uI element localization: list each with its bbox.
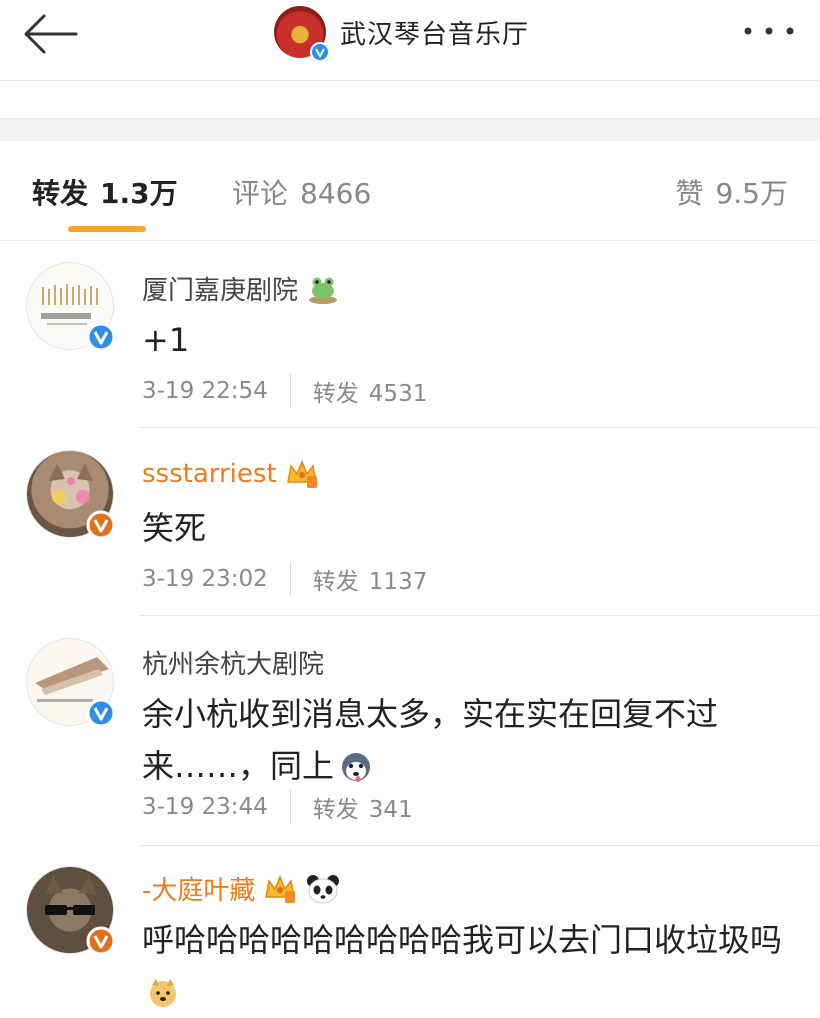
tab-likes[interactable]: 赞 9.5万 [675, 172, 788, 212]
meta-divider [289, 790, 291, 824]
repost-item: 杭州余杭大剧院 余小杭收到消息太多，实在实在回复不过来……，同上 3-19 23… [0, 616, 820, 846]
post-meta: 3-19 23:44 转发 341 [142, 790, 413, 824]
post-username[interactable]: 厦门嘉庚剧院 [142, 270, 340, 307]
tab-bar: 转发 1.3万 评论 8466 赞 9.5万 [0, 140, 820, 241]
post-username[interactable]: 杭州余杭大剧院 [142, 644, 324, 681]
vip-crown-icon [265, 874, 296, 903]
active-tab-indicator [68, 226, 146, 232]
post-content: 呼哈哈哈哈哈哈哈哈哈我可以去门口收垃圾吗 [142, 914, 792, 1018]
vip-crown-icon [286, 460, 317, 488]
username-text: 杭州余杭大剧院 [142, 650, 325, 680]
tab-comments[interactable]: 评论 8466 [232, 172, 371, 212]
repost-count: 4531 [368, 381, 428, 407]
post-text: 余小杭收到消息太多，实在实在回复不过来……，同上 [142, 695, 719, 785]
post-content: +1 [142, 321, 190, 359]
verified-badge-icon [86, 322, 116, 352]
avatar[interactable] [26, 262, 116, 352]
post-username[interactable]: -大庭叶藏 [142, 870, 341, 907]
post-time: 3-19 23:02 [142, 566, 268, 592]
repost-button[interactable]: 转发 4531 [313, 374, 428, 408]
verified-badge-icon [310, 42, 330, 62]
repost-item: -大庭叶藏 呼哈哈哈哈哈哈哈哈哈我可以去门口收垃圾吗 [0, 846, 820, 1007]
username-text: ssstarriest [142, 459, 277, 489]
post-username[interactable]: ssstarriest [142, 458, 319, 490]
post-time: 3-19 22:54 [142, 378, 268, 404]
repost-label: 转发 [312, 569, 359, 595]
frog-badge-icon [309, 277, 338, 304]
verified-badge-icon [86, 510, 116, 540]
repost-button[interactable]: 转发 1137 [313, 562, 428, 596]
tab-reposts[interactable]: 转发 1.3万 [32, 172, 178, 212]
username-text: -大庭叶藏 [142, 876, 256, 906]
back-arrow-icon[interactable] [22, 14, 78, 54]
post-time: 3-19 23:44 [142, 794, 268, 820]
section-divider [0, 118, 820, 141]
more-icon[interactable] [740, 18, 798, 44]
repost-label: 转发 [312, 381, 359, 407]
panda-badge-icon [307, 874, 340, 903]
account-title[interactable]: 武汉琴台音乐厅 [274, 4, 530, 62]
avatar[interactable] [26, 866, 116, 956]
avatar[interactable] [26, 450, 116, 540]
username-text: 厦门嘉庚剧院 [142, 276, 299, 306]
meta-divider [289, 562, 291, 596]
repost-item: 厦门嘉庚剧院 +1 3-19 22:54 转发 4531 [0, 240, 820, 428]
tab-likes-label: 赞 [675, 177, 704, 210]
post-meta: 3-19 23:02 转发 1137 [142, 562, 427, 596]
meta-divider [289, 374, 291, 408]
repost-count: 1137 [368, 569, 428, 595]
dog-emoji-icon [150, 979, 176, 1007]
top-bar: 武汉琴台音乐厅 [0, 0, 820, 81]
repost-label: 转发 [312, 797, 359, 823]
tab-likes-count: 9.5万 [715, 177, 788, 210]
verified-badge-icon [86, 698, 116, 728]
post-meta: 3-19 22:54 转发 4531 [142, 374, 427, 408]
post-text: 呼哈哈哈哈哈哈哈哈哈我可以去门口收垃圾吗 [142, 921, 783, 959]
tab-reposts-count: 1.3万 [100, 177, 178, 210]
repost-count: 341 [368, 797, 413, 823]
post-content: 笑死 [142, 509, 207, 547]
verified-badge-icon [86, 926, 116, 956]
account-name: 武汉琴台音乐厅 [340, 19, 530, 50]
repost-button[interactable]: 转发 341 [313, 790, 413, 824]
repost-item: ssstarriest 笑死 3-19 23:02 转发 1137 [0, 428, 820, 616]
tab-comments-count: 8466 [300, 177, 372, 210]
post-content: 余小杭收到消息太多，实在实在回复不过来……，同上 [142, 688, 792, 792]
tab-comments-label: 评论 [232, 177, 289, 210]
avatar[interactable] [26, 638, 116, 728]
husky-emoji-icon [342, 753, 371, 782]
account-avatar [274, 6, 330, 62]
tab-reposts-label: 转发 [32, 177, 89, 210]
